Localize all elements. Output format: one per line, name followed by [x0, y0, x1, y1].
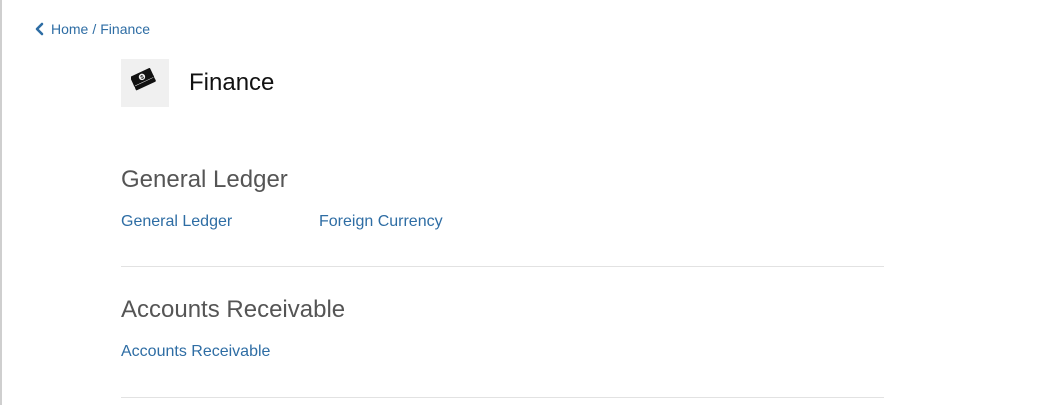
section-general-ledger: General Ledger General Ledger Foreign Cu…: [121, 166, 884, 232]
section-divider: [121, 397, 884, 398]
window-left-edge: [0, 0, 2, 405]
section-links-accounts-receivable: Accounts Receivable: [121, 342, 884, 362]
breadcrumb: Home / Finance: [34, 20, 150, 38]
section-accounts-receivable: Accounts Receivable Accounts Receivable: [121, 296, 884, 362]
section-heading-general-ledger: General Ledger: [121, 166, 288, 193]
section-divider: [121, 266, 884, 267]
accounts-receivable-link[interactable]: Accounts Receivable: [121, 342, 319, 362]
section-heading-accounts-receivable: Accounts Receivable: [121, 296, 346, 323]
breadcrumb-current-link[interactable]: Finance: [100, 21, 150, 37]
section-links-general-ledger: General Ledger Foreign Currency: [121, 212, 884, 232]
foreign-currency-link[interactable]: Foreign Currency: [319, 212, 443, 232]
chevron-left-icon[interactable]: [34, 22, 46, 36]
money-stack-icon: $: [130, 67, 159, 100]
breadcrumb-home-link[interactable]: Home: [51, 21, 88, 37]
breadcrumb-separator: /: [92, 21, 97, 37]
finance-icon-box: $: [121, 59, 169, 107]
page-title: Finance: [189, 69, 275, 96]
page-header: $ Finance: [121, 59, 274, 107]
general-ledger-link[interactable]: General Ledger: [121, 212, 319, 232]
